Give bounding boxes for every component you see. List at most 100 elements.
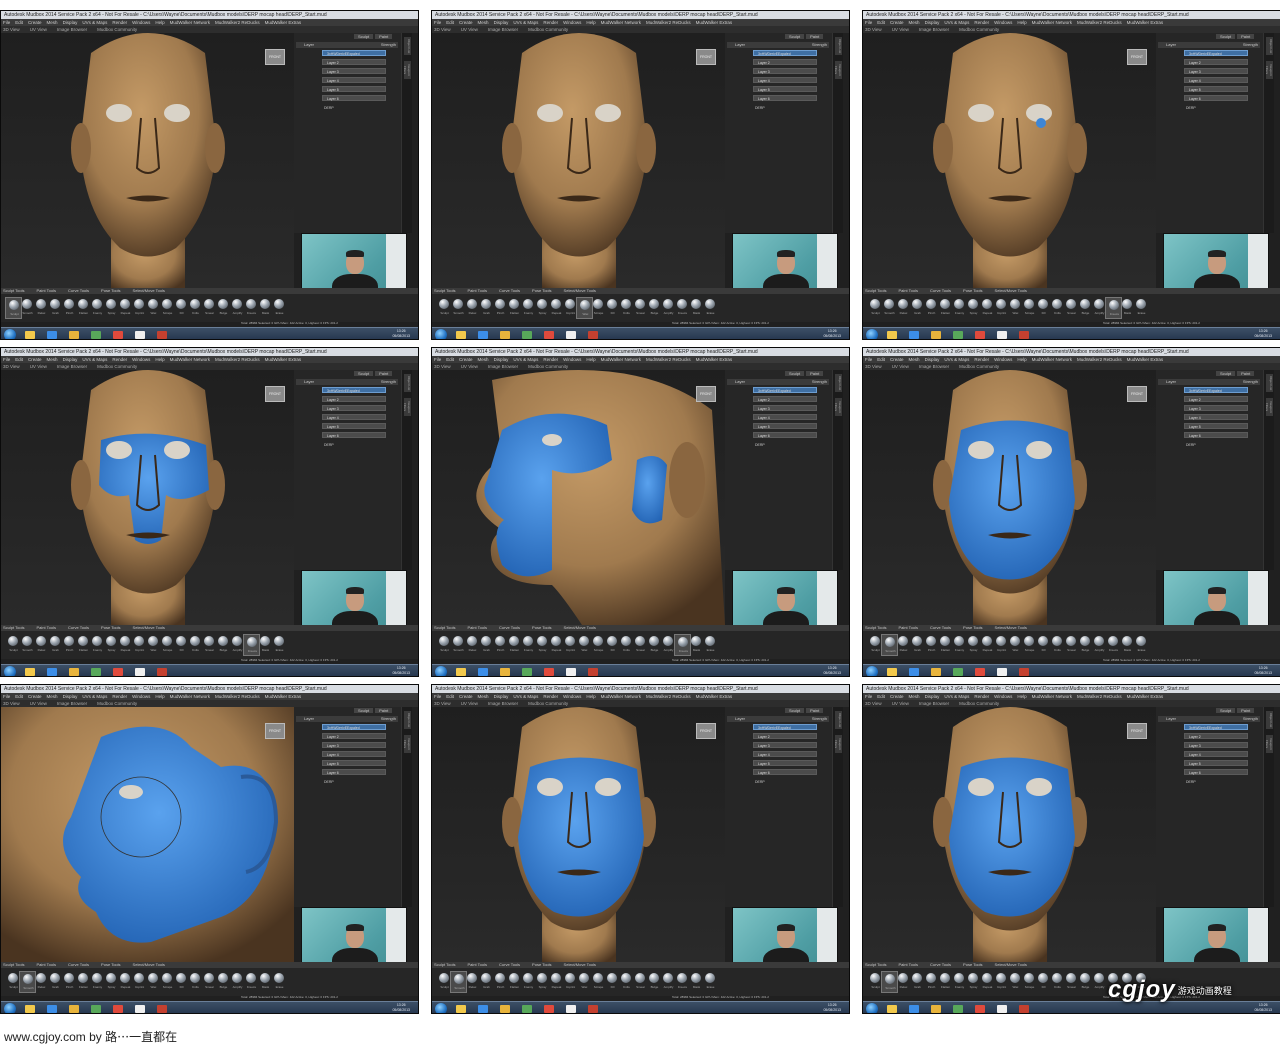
mode-button[interactable]: Paint (375, 34, 393, 39)
tool-tray-tab[interactable]: Curve Tools (499, 625, 520, 630)
mode-button[interactable]: Paint (1237, 371, 1255, 376)
view-tab[interactable]: Image Browser (57, 364, 87, 369)
tool-tray-tab[interactable]: Sculpt Tools (434, 625, 456, 630)
tool-tray-tab[interactable]: Paint Tools (468, 625, 488, 630)
taskbar-app-icon[interactable] (588, 331, 598, 339)
layer-row[interactable]: Layer 6 (322, 95, 386, 101)
menu-item[interactable]: Display (63, 694, 78, 699)
tool-tray-tab[interactable]: Pose Tools (101, 962, 121, 967)
tool-tray-tab[interactable]: Paint Tools (468, 288, 488, 293)
menu-item[interactable]: MudWalker Extras (265, 357, 302, 362)
tool-tray-tab[interactable]: Select/Move Tools (995, 962, 1027, 967)
view-tab[interactable]: Image Browser (919, 364, 949, 369)
view-tab[interactable]: 3D View (865, 27, 882, 32)
menu-item[interactable]: MudWalker2 ReDucks (215, 694, 260, 699)
menu-item[interactable]: Render (974, 694, 989, 699)
layer-row[interactable]: Layer 6 (1184, 95, 1248, 101)
taskbar-app-icon[interactable] (69, 331, 79, 339)
menu-item[interactable]: Windows (132, 694, 150, 699)
taskbar-app-icon[interactable] (47, 668, 57, 676)
layer-row[interactable]: Layer 2 (322, 396, 386, 402)
menu-item[interactable]: Help (155, 20, 164, 25)
layer-row[interactable]: Layer 4 (322, 77, 386, 83)
menu-item[interactable]: Create (28, 694, 42, 699)
side-tab[interactable]: Viewport Filters (403, 61, 411, 79)
menu-item[interactable]: MudWalker Extras (1127, 357, 1164, 362)
tool-button[interactable]: Erase (702, 634, 719, 656)
tool-tray-tab[interactable]: Select/Move Tools (564, 962, 596, 967)
taskbar-app-icon[interactable] (931, 1005, 941, 1013)
mode-button[interactable]: Sculpt (785, 708, 805, 713)
menu-item[interactable]: Render (543, 694, 558, 699)
menu-item[interactable]: Create (890, 357, 904, 362)
view-tab[interactable]: UV View (30, 27, 47, 32)
view-tab[interactable]: Mudbox Community (528, 701, 568, 706)
taskbar-clock[interactable]: 13:26 05/08/2013 (392, 329, 410, 339)
menu-item[interactable]: Windows (994, 357, 1012, 362)
layer-row[interactable]: Layer 6 (753, 769, 817, 775)
tool-button[interactable]: Erase (702, 297, 719, 319)
side-tab[interactable]: Viewport Filters (1265, 398, 1273, 416)
menu-item[interactable]: Windows (563, 20, 581, 25)
viewport-3d[interactable]: FRONT (1, 707, 294, 962)
object-root[interactable]: DERP (324, 780, 334, 784)
side-tab[interactable]: Viewport Filters (1265, 735, 1273, 753)
view-tab[interactable]: 3D View (434, 27, 451, 32)
tool-tray-tab[interactable]: Select/Move Tools (564, 625, 596, 630)
menu-item[interactable]: Render (543, 357, 558, 362)
layer-row[interactable]: Layer 4 (753, 751, 817, 757)
menu-item[interactable]: Display (925, 357, 940, 362)
menu-item[interactable]: MudWalker Network (170, 20, 210, 25)
menu-item[interactable]: MudWalker Extras (696, 20, 733, 25)
menu-item[interactable]: Display (925, 20, 940, 25)
menu-item[interactable]: UVs & Maps (513, 694, 538, 699)
taskbar-app-icon[interactable] (566, 1005, 576, 1013)
menu-item[interactable]: Help (1017, 357, 1026, 362)
taskbar-app-icon[interactable] (500, 331, 510, 339)
view-tab[interactable]: Mudbox Community (959, 364, 999, 369)
menu-item[interactable]: UVs & Maps (944, 357, 969, 362)
menu-item[interactable]: Mesh (909, 694, 920, 699)
object-root[interactable]: DERP (324, 443, 334, 447)
tool-tray-tab[interactable]: Sculpt Tools (3, 288, 25, 293)
viewport-3d[interactable]: FRONT (863, 33, 1156, 288)
view-cube[interactable]: FRONT (265, 723, 285, 739)
object-root[interactable]: DERP (1186, 106, 1196, 110)
view-tab[interactable]: UV View (892, 701, 909, 706)
viewport-3d[interactable]: FRONT (432, 33, 725, 288)
layer-row[interactable]: Layer 5 (753, 760, 817, 766)
layer-row[interactable]: Layer 4 (1184, 414, 1248, 420)
menu-item[interactable]: UVs & Maps (944, 694, 969, 699)
menu-item[interactable]: MudWalker2 ReDucks (1077, 357, 1122, 362)
view-tab[interactable]: Image Browser (919, 701, 949, 706)
side-tab[interactable]: Viewport Filters (834, 61, 842, 79)
taskbar-app-icon[interactable] (544, 668, 554, 676)
layer-row[interactable]: 3xHWDerivEExpaled (1184, 387, 1248, 393)
view-tab[interactable]: UV View (30, 701, 47, 706)
tool-tray-tab[interactable]: Select/Move Tools (133, 288, 165, 293)
taskbar-app-icon[interactable] (588, 1005, 598, 1013)
taskbar-app-icon[interactable] (588, 668, 598, 676)
menu-item[interactable]: MudWalker Extras (265, 694, 302, 699)
mode-button[interactable]: Sculpt (354, 371, 374, 376)
tool-tray-tab[interactable]: Select/Move Tools (995, 288, 1027, 293)
view-cube[interactable]: FRONT (265, 386, 285, 402)
view-tab[interactable]: 3D View (434, 364, 451, 369)
menu-item[interactable]: UVs & Maps (513, 20, 538, 25)
menu-item[interactable]: File (434, 357, 441, 362)
menu-item[interactable]: Create (890, 694, 904, 699)
taskbar-app-icon[interactable] (113, 1005, 123, 1013)
start-button-icon[interactable] (435, 1003, 447, 1013)
taskbar-app-icon[interactable] (113, 668, 123, 676)
menu-item[interactable]: Help (1017, 20, 1026, 25)
tool-tray-tab[interactable]: Paint Tools (468, 962, 488, 967)
tool-button[interactable]: Erase (271, 634, 288, 656)
layer-row[interactable]: 3xHWDerivEExpaled (322, 724, 386, 730)
menu-item[interactable]: Edit (15, 20, 23, 25)
menu-item[interactable]: Edit (877, 20, 885, 25)
taskbar-app-icon[interactable] (566, 331, 576, 339)
menu-item[interactable]: MudWalker2 ReDucks (215, 20, 260, 25)
mode-button[interactable]: Sculpt (1216, 371, 1236, 376)
menu-item[interactable]: Edit (877, 357, 885, 362)
taskbar-clock[interactable]: 13:26 05/08/2013 (392, 666, 410, 676)
